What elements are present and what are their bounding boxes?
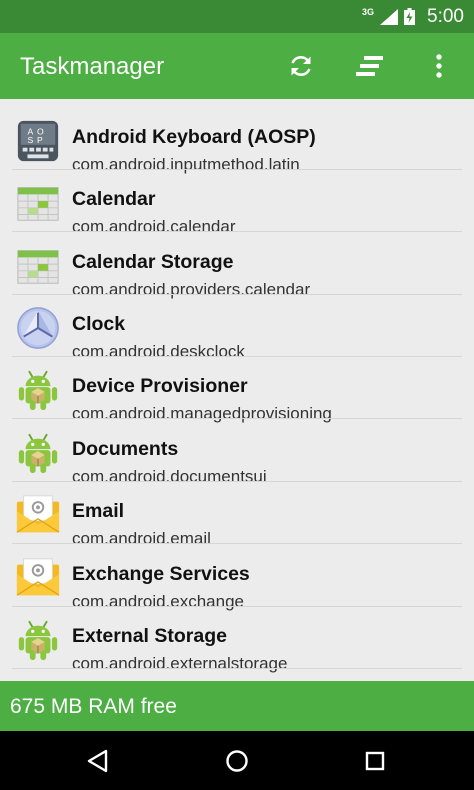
network-type-label: 3G — [362, 6, 375, 17]
refresh-icon — [291, 56, 311, 76]
recents-button[interactable] — [357, 743, 393, 779]
overflow-menu-button[interactable] — [421, 48, 457, 84]
divider — [12, 418, 462, 419]
svg-text:S: S — [27, 135, 33, 145]
refresh-button[interactable] — [283, 48, 319, 84]
back-icon — [87, 749, 108, 773]
home-icon — [226, 750, 248, 772]
app-name: Email — [72, 500, 125, 522]
ram-status-bar: 675 MB RAM free — [0, 681, 474, 731]
recents-icon — [365, 751, 385, 771]
list-item[interactable]: Device Provisioner com.android.managedpr… — [0, 357, 474, 423]
email-app-icon — [15, 492, 61, 538]
battery-icon — [404, 8, 416, 25]
divider — [12, 231, 462, 232]
android-robot-icon — [15, 430, 61, 476]
app-name: Device Provisioner — [72, 375, 248, 397]
list-item[interactable]: Calendar Storage com.android.providers.c… — [0, 233, 474, 299]
list-item[interactable]: Calendar com.android.calendar — [0, 170, 474, 236]
back-button[interactable] — [80, 743, 116, 779]
signal-icon — [380, 8, 399, 25]
keyboard-app-icon: A O S P — [17, 120, 59, 162]
svg-text:P: P — [37, 135, 43, 145]
app-name: Android Keyboard (AOSP) — [72, 126, 316, 148]
app-bar: Taskmanager — [0, 33, 474, 99]
list-item[interactable]: A O S P Android Keyboard (AOSP) com.andr… — [0, 108, 474, 174]
status-icons: 3G 5:00 — [362, 0, 464, 33]
list-item[interactable]: Exchange Services com.android.exchange — [0, 545, 474, 611]
app-package: com.android.externalstorage — [72, 654, 288, 673]
calendar-app-icon — [15, 243, 61, 289]
app-name: Exchange Services — [72, 563, 250, 585]
sort-button[interactable] — [352, 48, 388, 84]
home-button[interactable] — [219, 743, 255, 779]
list-item[interactable]: Documents com.android.documentsui — [0, 420, 474, 486]
status-bar: 3G 5:00 — [0, 0, 474, 33]
email-app-icon — [15, 555, 61, 601]
running-apps-list: A O S P Android Keyboard (AOSP) com.andr… — [0, 99, 474, 681]
clock-app-icon — [17, 307, 59, 349]
android-robot-icon — [15, 617, 61, 663]
app-name: Documents — [72, 438, 179, 460]
app-title: Taskmanager — [20, 53, 165, 80]
status-time: 5:00 — [427, 5, 464, 27]
app-name: External Storage — [72, 625, 227, 647]
list-item[interactable]: Clock com.android.deskclock — [0, 295, 474, 361]
android-robot-icon — [15, 367, 61, 413]
app-name: Clock — [72, 313, 126, 335]
more-vert-icon — [436, 54, 442, 78]
sort-icon — [356, 56, 383, 76]
list-item[interactable]: External Storage com.android.externalsto… — [0, 607, 474, 673]
list-item[interactable]: Email com.android.email — [0, 482, 474, 548]
calendar-app-icon — [15, 180, 61, 226]
app-name: Calendar — [72, 188, 156, 210]
system-nav-bar — [0, 731, 474, 790]
ram-free-text: 675 MB RAM free — [10, 695, 177, 718]
divider — [12, 543, 462, 544]
app-name: Calendar Storage — [72, 251, 234, 273]
divider — [12, 668, 462, 669]
